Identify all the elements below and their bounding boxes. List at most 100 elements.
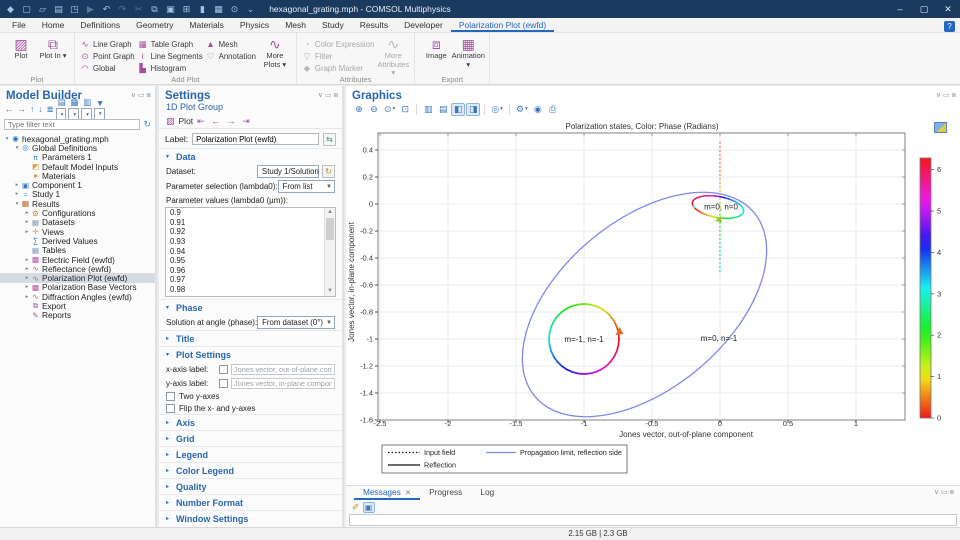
tree-filter-input[interactable] (4, 119, 140, 130)
tree-node-reflectance-ewfd-[interactable]: ▸∿Reflectance (ewfd) (0, 264, 155, 273)
annotation-button[interactable]: ♡Annotation (206, 50, 256, 62)
tree-node-diffraction-angles-ewfd-[interactable]: ▸∿Diffraction Angles (ewfd) (0, 292, 155, 301)
redo-icon[interactable]: ↷ (116, 0, 129, 18)
section-number-format[interactable]: ▸Number Format (159, 494, 342, 510)
parameter-values-listbox[interactable]: 0.90.910.920.930.940.950.960.970.98▲▼ (165, 207, 336, 297)
animation-button[interactable]: ▦Animation ▾ (452, 36, 484, 69)
interactive-mode-icon[interactable]: ◨ (466, 103, 480, 116)
section-axis[interactable]: ▸Axis (159, 414, 342, 430)
menu-tab-polarization-plot-ewfd-[interactable]: Polarization Plot (ewfd) (451, 18, 554, 32)
tree-expander-icon[interactable]: ▸ (23, 219, 31, 225)
menu-tab-geometry[interactable]: Geometry (128, 18, 181, 32)
collapse-icon[interactable]: ≣ (47, 104, 54, 115)
label-field[interactable] (192, 133, 319, 145)
maximize-button[interactable]: ▢ (912, 0, 936, 18)
parameter-value-item[interactable]: 0.93 (166, 237, 335, 247)
plot-settings-icon[interactable]: ⚙▾ (514, 103, 530, 116)
parameter-value-item[interactable]: 0.9 (166, 208, 335, 218)
tree-expander-icon[interactable]: ▸ (23, 257, 31, 263)
menu-tab-study[interactable]: Study (314, 18, 352, 32)
tree-expander-icon[interactable]: ▾ (13, 201, 21, 207)
tree-node-reports[interactable]: ✎Reports (0, 311, 155, 320)
tree-node-electric-field-ewfd-[interactable]: ▸▩Electric Field (ewfd) (0, 255, 155, 264)
zoom-in-icon[interactable]: ⊕ (352, 103, 366, 116)
model-manager-icon[interactable]: ▦ (212, 0, 225, 18)
scroll-up-icon[interactable]: ▲ (325, 208, 335, 217)
paste-icon[interactable]: ▣ (164, 0, 177, 18)
parameter-value-item[interactable]: 0.94 (166, 246, 335, 256)
tree-node-datasets[interactable]: ▸▦Datasets (0, 218, 155, 227)
print-icon[interactable]: ⎙ (546, 103, 560, 116)
tree-node-polarization-base-vectors[interactable]: ▸▩Polarization Base Vectors (0, 283, 155, 292)
tree-expander-icon[interactable]: ▾ (3, 136, 11, 142)
help-button[interactable]: ? (944, 21, 955, 32)
messages-tab-progress[interactable]: Progress (420, 486, 471, 500)
move-down-icon[interactable]: ↓ (38, 104, 42, 114)
table-view-icon[interactable]: ▣ (363, 502, 375, 513)
tree-node-results[interactable]: ▾▦Results (0, 199, 155, 208)
rename-label-button[interactable]: ⇆ (323, 133, 336, 146)
image-button[interactable]: ⧈Image (420, 36, 452, 61)
menu-tab-definitions[interactable]: Definitions (72, 18, 128, 32)
open-file-icon[interactable]: ▱ (36, 0, 49, 18)
solution-at-angle-dropdown[interactable]: From dataset (0°)▼ (257, 316, 335, 329)
messages-tab-log[interactable]: Log (471, 486, 503, 500)
settings-plot-button[interactable]: Plot (179, 116, 194, 126)
new-file-icon[interactable]: ▢ (20, 0, 33, 18)
parameter-value-item[interactable]: 0.92 (166, 227, 335, 237)
tree-node-derived-values[interactable]: ∑Derived Values (0, 236, 155, 245)
section-data[interactable]: ▾Data (159, 148, 342, 164)
parameter-selection-dropdown[interactable]: From list▼ (278, 180, 335, 193)
zoom-extents-icon[interactable]: ⊡ (398, 103, 412, 116)
tree-expander-icon[interactable]: ▾ (13, 145, 21, 151)
zoom-out-icon[interactable]: ⊖ (367, 103, 381, 116)
tree-node-polarization-plot-ewfd-[interactable]: ▸∿Polarization Plot (ewfd) (0, 273, 155, 282)
forward-icon[interactable]: → (18, 104, 27, 114)
messages-content[interactable] (349, 514, 957, 526)
table-graph-button[interactable]: ▦Table Graph (138, 38, 203, 50)
plot-thumbnail-icon[interactable] (934, 122, 947, 133)
tree-node-views[interactable]: ▸✛Views (0, 227, 155, 236)
tree-expander-icon[interactable]: ▸ (23, 210, 31, 216)
tree-node-component-1[interactable]: ▸▣Component 1 (0, 180, 155, 189)
tree-node-parameters-1[interactable]: πParameters 1 (0, 153, 155, 162)
grid-toggle-icon[interactable]: ◧ (451, 103, 465, 116)
line-graph-button[interactable]: ∿Line Graph (80, 38, 135, 50)
scene-color-icon[interactable]: ◎▾ (489, 103, 505, 116)
tree-node-study-1[interactable]: ▸≈Study 1 (0, 190, 155, 199)
copy-icon[interactable]: ⧉ (148, 0, 161, 18)
panel-window-icons[interactable]: ∨ ▭ ⧈ (131, 91, 151, 100)
parameter-value-item[interactable]: 0.97 (166, 275, 335, 285)
run-icon[interactable]: ▶ (84, 0, 97, 18)
section-window-settings[interactable]: ▸Window Settings (159, 510, 342, 526)
panel-window-icons[interactable]: ∨ ▭ ⧈ (318, 91, 338, 100)
plot-button[interactable]: ▨Plot (5, 36, 37, 61)
duplicate-icon[interactable]: ⊞ (180, 0, 193, 18)
section-title[interactable]: ▸Title (159, 330, 342, 346)
tree-node-tables[interactable]: ▦Tables (0, 246, 155, 255)
tree-node-default-model-inputs[interactable]: ◩Default Model Inputs (0, 162, 155, 171)
menu-tab-home[interactable]: Home (34, 18, 73, 32)
tree-expander-icon[interactable]: ▸ (23, 229, 31, 235)
tree-expander-icon[interactable]: ▸ (23, 266, 31, 272)
scroll-down-icon[interactable]: ▼ (325, 287, 335, 296)
delete-icon[interactable]: ▮ (196, 0, 209, 18)
refresh-dataset-button[interactable]: ↻ (322, 165, 335, 178)
plot-in-button[interactable]: ⧉Plot In ▾ (37, 36, 69, 61)
axis-limits-icon[interactable]: ▤ (436, 103, 450, 116)
menu-tab-file[interactable]: File (4, 18, 34, 32)
tree-expander-icon[interactable]: ▸ (13, 191, 21, 197)
menu-tab-results[interactable]: Results (352, 18, 396, 32)
save-as-icon[interactable]: ◳ (68, 0, 81, 18)
tree-expander-icon[interactable]: ▸ (23, 294, 31, 300)
section-grid[interactable]: ▸Grid (159, 430, 342, 446)
save-icon[interactable]: ▤ (52, 0, 65, 18)
parameter-value-item[interactable]: 0.98 (166, 285, 335, 295)
section-quality[interactable]: ▸Quality (159, 478, 342, 494)
dataset-dropdown[interactable]: Study 1/Solution 1▼ (257, 165, 319, 178)
tree-expander-icon[interactable]: ▸ (23, 284, 31, 290)
parameter-value-item[interactable]: 0.96 (166, 266, 335, 276)
axis-orientation-icon[interactable]: ▥ (421, 103, 435, 116)
section-plot-settings[interactable]: ▾Plot Settings (159, 346, 342, 362)
histogram-button[interactable]: ▙Histogram (138, 62, 203, 74)
